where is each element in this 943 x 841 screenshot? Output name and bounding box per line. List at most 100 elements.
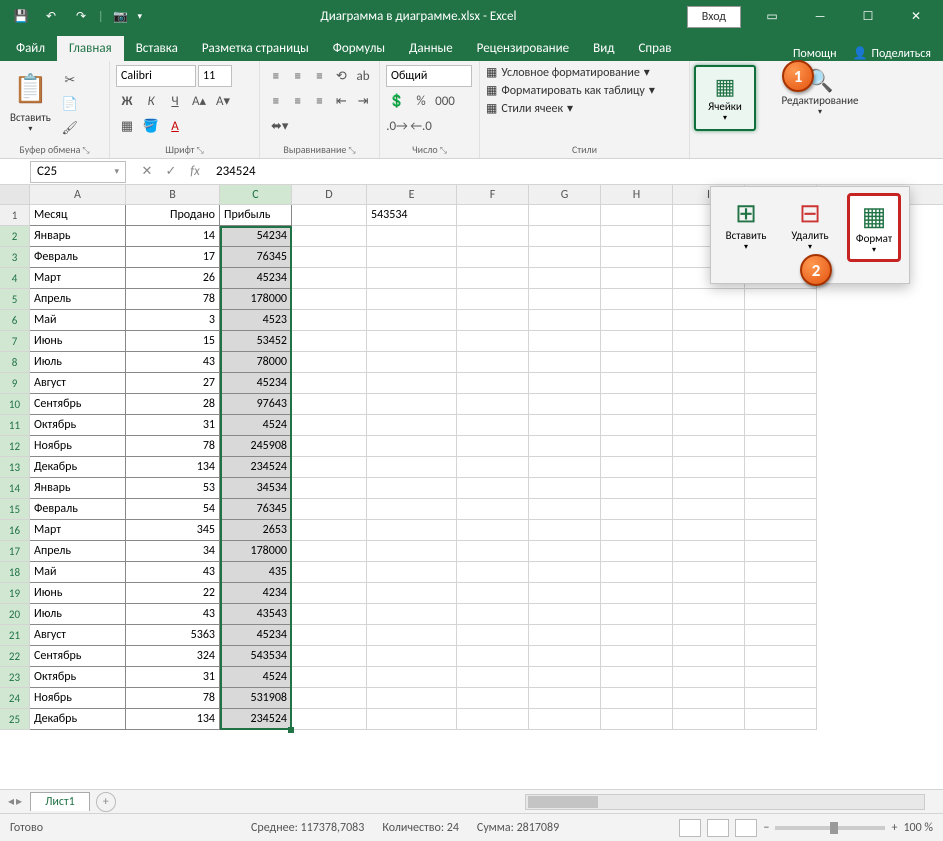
cell[interactable] <box>601 289 673 310</box>
tab-insert[interactable]: Вставка <box>124 36 190 61</box>
cell[interactable] <box>292 415 367 436</box>
cell[interactable] <box>292 205 367 226</box>
conditional-formatting-button[interactable]: ▦Условное форматирование ▾ <box>486 65 683 80</box>
row-header[interactable]: 11 <box>0 415 29 436</box>
cell[interactable] <box>745 436 817 457</box>
cell[interactable] <box>457 625 529 646</box>
zoom-level[interactable]: 100 % <box>903 821 933 835</box>
cell[interactable] <box>367 541 457 562</box>
cell[interactable] <box>601 205 673 226</box>
row-header[interactable]: 1 <box>0 205 29 226</box>
cell[interactable]: 54234 <box>220 226 292 247</box>
col-header[interactable]: C <box>220 185 292 204</box>
cell[interactable]: 17 <box>126 247 220 268</box>
cell[interactable] <box>673 562 745 583</box>
zoom-out-icon[interactable]: − <box>763 821 769 835</box>
cell[interactable] <box>673 373 745 394</box>
cell[interactable]: 26 <box>126 268 220 289</box>
row-header[interactable]: 5 <box>0 289 29 310</box>
font-decrease-icon[interactable]: A▾ <box>212 90 234 112</box>
cell[interactable] <box>529 520 601 541</box>
row-header[interactable]: 3 <box>0 247 29 268</box>
cell[interactable] <box>601 520 673 541</box>
cell[interactable]: 97643 <box>220 394 292 415</box>
cell[interactable]: 31 <box>126 667 220 688</box>
cell[interactable] <box>673 688 745 709</box>
cell[interactable] <box>673 478 745 499</box>
cell[interactable] <box>457 373 529 394</box>
cell[interactable] <box>601 394 673 415</box>
cell[interactable]: 4524 <box>220 415 292 436</box>
cell[interactable]: Март <box>30 520 126 541</box>
cell[interactable] <box>529 394 601 415</box>
cell[interactable]: 435 <box>220 562 292 583</box>
cell[interactable] <box>745 520 817 541</box>
font-name-combo[interactable]: Calibri <box>116 65 196 87</box>
cell[interactable] <box>457 394 529 415</box>
comma-icon[interactable]: 000 <box>434 90 456 112</box>
cell[interactable]: 31 <box>126 415 220 436</box>
cell[interactable] <box>529 457 601 478</box>
cell[interactable] <box>745 604 817 625</box>
cell[interactable] <box>457 667 529 688</box>
cell[interactable]: 4234 <box>220 583 292 604</box>
align-bottom-icon[interactable]: ≡ <box>310 65 330 87</box>
cell[interactable] <box>457 583 529 604</box>
cell[interactable] <box>673 436 745 457</box>
camera-icon[interactable]: 📷 <box>108 4 134 30</box>
cell[interactable] <box>529 688 601 709</box>
cell[interactable] <box>367 310 457 331</box>
cell[interactable]: Февраль <box>30 499 126 520</box>
cell[interactable]: 76345 <box>220 247 292 268</box>
row-header[interactable]: 7 <box>0 331 29 352</box>
cell[interactable]: 324 <box>126 646 220 667</box>
name-box[interactable]: C25▾ <box>30 161 126 183</box>
cell[interactable]: Февраль <box>30 247 126 268</box>
cell[interactable] <box>292 709 367 730</box>
delete-cells-button[interactable]: ⊟ Удалить▾ <box>783 193 837 262</box>
fill-color-icon[interactable]: 🪣 <box>140 115 162 137</box>
cell[interactable] <box>292 562 367 583</box>
cell[interactable]: Январь <box>30 226 126 247</box>
cell[interactable]: Сентябрь <box>30 646 126 667</box>
cell[interactable] <box>745 373 817 394</box>
cell[interactable]: Июнь <box>30 331 126 352</box>
cell[interactable]: 76345 <box>220 499 292 520</box>
cell[interactable] <box>457 520 529 541</box>
cell[interactable] <box>457 331 529 352</box>
col-header[interactable]: B <box>126 185 220 204</box>
view-layout-icon[interactable] <box>707 819 729 837</box>
cell[interactable]: 78 <box>126 436 220 457</box>
cell[interactable]: Прибыль <box>220 205 292 226</box>
cell[interactable]: 43543 <box>220 604 292 625</box>
format-as-table-button[interactable]: ▦Форматировать как таблицу ▾ <box>486 83 683 98</box>
row-header[interactable]: 4 <box>0 268 29 289</box>
cell[interactable] <box>529 499 601 520</box>
cell[interactable]: 45234 <box>220 373 292 394</box>
cell[interactable] <box>601 331 673 352</box>
save-icon[interactable]: 💾 <box>8 4 34 30</box>
bold-icon[interactable]: Ж <box>116 90 138 112</box>
cell[interactable]: 234524 <box>220 709 292 730</box>
view-pagebreak-icon[interactable] <box>735 819 757 837</box>
cell[interactable] <box>601 415 673 436</box>
share-button[interactable]: 👤 Поделиться <box>853 46 931 61</box>
cell[interactable]: Октябрь <box>30 667 126 688</box>
cell[interactable]: 34534 <box>220 478 292 499</box>
cell[interactable] <box>292 667 367 688</box>
merge-icon[interactable]: ⬌▾ <box>266 115 293 137</box>
cell[interactable] <box>292 457 367 478</box>
cell[interactable] <box>529 604 601 625</box>
cell[interactable] <box>601 478 673 499</box>
cell[interactable]: 78 <box>126 688 220 709</box>
cell[interactable] <box>673 310 745 331</box>
cell[interactable] <box>292 646 367 667</box>
cell[interactable] <box>673 415 745 436</box>
cell[interactable] <box>529 352 601 373</box>
cell[interactable] <box>673 583 745 604</box>
maximize-icon[interactable]: ☐ <box>845 2 891 32</box>
formula-input[interactable]: 234524 <box>216 164 943 179</box>
cell[interactable] <box>673 499 745 520</box>
cell[interactable]: Месяц <box>30 205 126 226</box>
cell[interactable] <box>457 457 529 478</box>
